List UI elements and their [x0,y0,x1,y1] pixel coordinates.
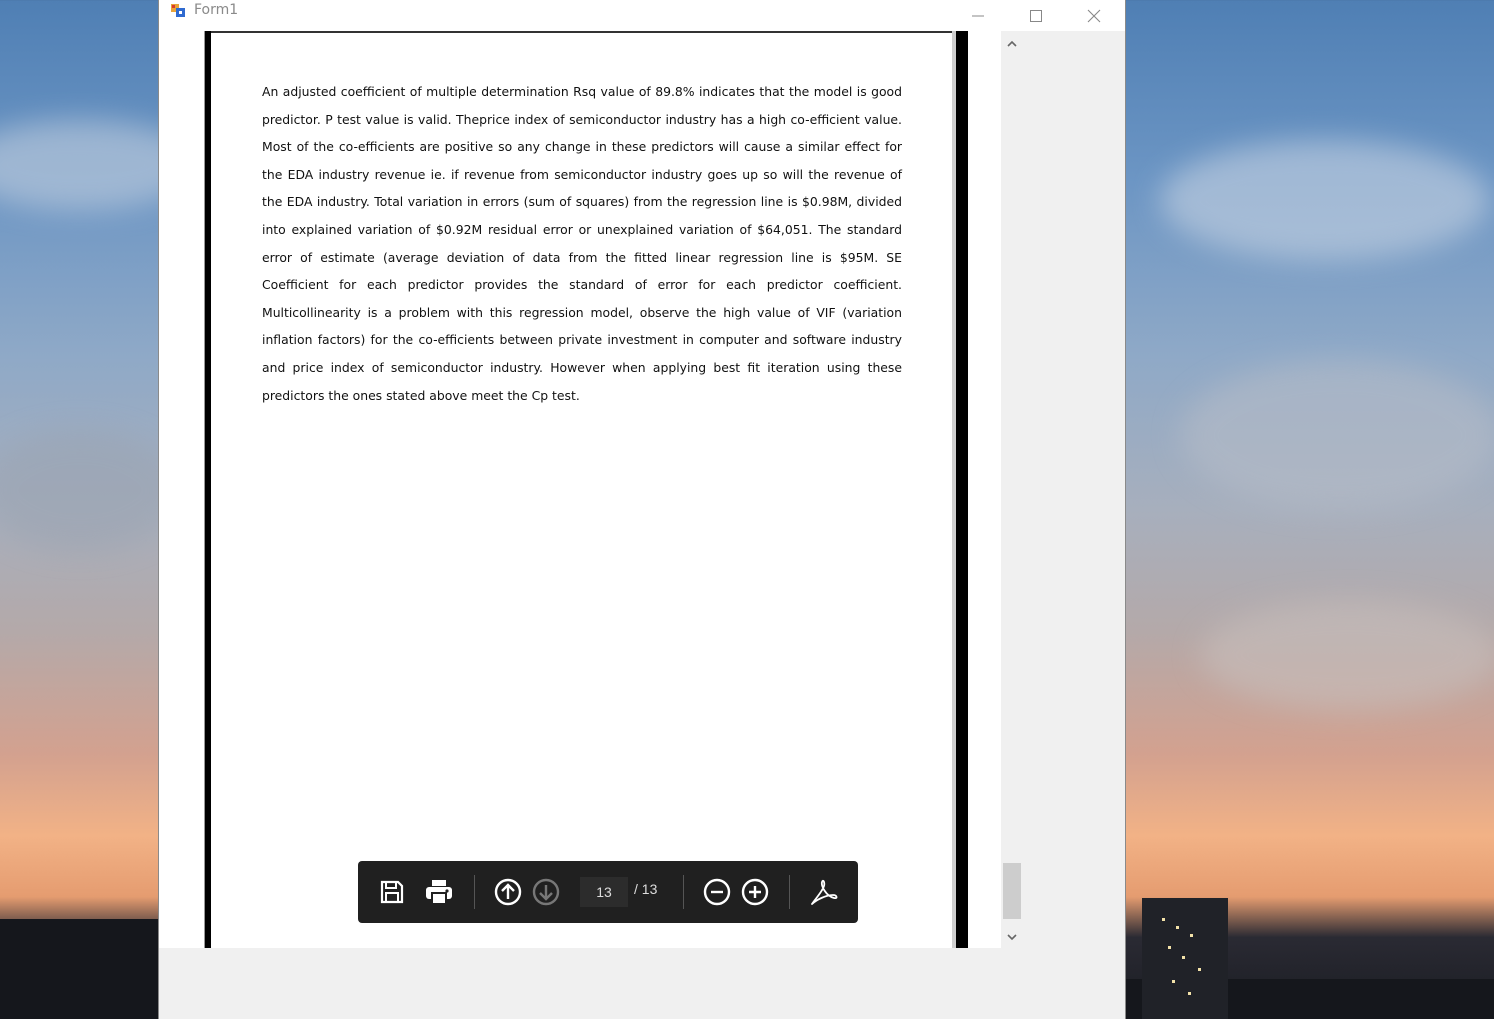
scroll-thumb[interactable] [1003,863,1021,919]
chevron-down-icon [1007,934,1017,941]
next-page-button[interactable] [530,876,562,908]
title-bar[interactable]: Form1 [159,0,1125,31]
open-in-acrobat-button[interactable] [808,876,840,908]
save-button[interactable] [376,876,408,908]
zoom-in-button[interactable] [739,876,771,908]
toolbar-divider [789,875,790,909]
previous-page-button[interactable] [492,876,524,908]
page-number-input[interactable]: 13 [580,877,628,907]
pdf-viewer: An adjusted coefficient of multiple dete… [159,31,1125,948]
minimize-icon [972,15,984,16]
side-panel [1023,31,1125,948]
previous-page-icon [494,878,522,906]
app-window: Form1 An adjusted coefficient of multipl… [159,0,1125,1019]
toolbar-divider [683,875,684,909]
close-icon [1087,9,1101,22]
print-icon [426,880,452,905]
toolbar-divider [474,875,475,909]
save-icon [380,880,404,904]
document-text: An adjusted coefficient of multiple dete… [262,84,902,403]
minimize-button[interactable] [949,0,1007,31]
scroll-down-button[interactable] [1001,926,1023,948]
acrobat-icon [811,879,838,905]
document-area[interactable]: An adjusted coefficient of multiple dete… [159,31,1001,948]
next-page-icon [532,878,560,906]
page-count: / 13 [634,881,658,897]
chevron-up-icon [1007,40,1017,47]
document-page: An adjusted coefficient of multiple dete… [211,31,952,948]
app-icon [171,4,185,17]
zoom-in-icon [741,878,769,906]
window-title: Form1 [194,2,239,18]
close-button[interactable] [1065,0,1123,31]
pdf-toolbar: 13 / 13 [358,861,858,923]
page-edge [956,31,968,948]
scroll-up-button[interactable] [1001,33,1023,55]
form-bottom-area [159,948,1125,1019]
vertical-scrollbar[interactable] [1001,31,1023,948]
print-button[interactable] [423,876,455,908]
zoom-out-icon [703,878,731,906]
maximize-button[interactable] [1007,0,1065,31]
zoom-out-button[interactable] [701,876,733,908]
maximize-icon [1030,9,1042,22]
